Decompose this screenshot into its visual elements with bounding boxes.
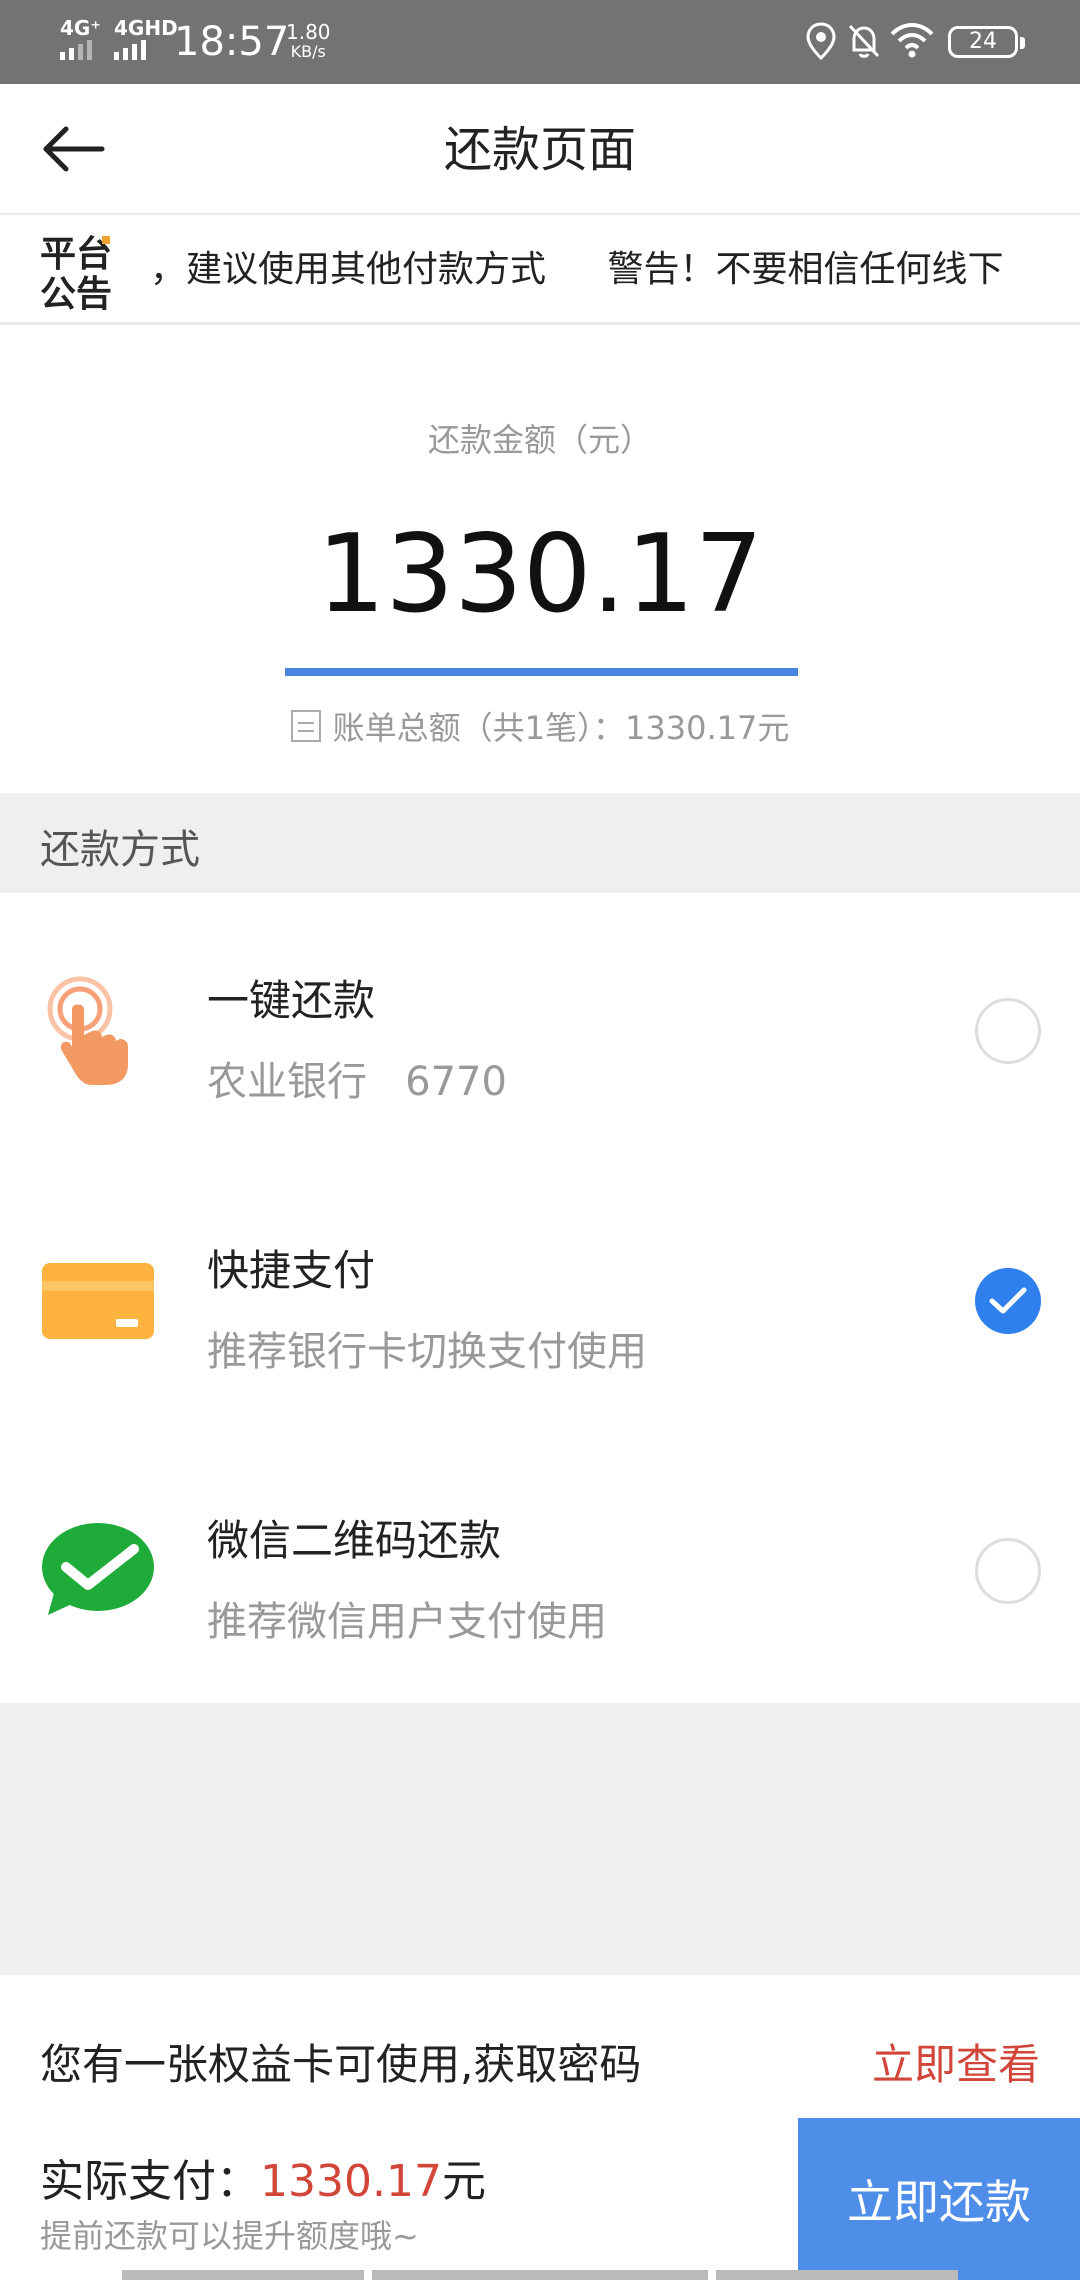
amount-label: 还款金额（元）: [427, 421, 652, 459]
pay-option-quick-pay[interactable]: 快捷支付 推荐银行卡切换支付使用: [0, 1163, 1080, 1433]
nav-gesture-bar: [372, 2270, 708, 2280]
nav-gesture-bar: [122, 2270, 364, 2280]
amount-section: 还款金额（元） 1330.17 账单总额（共1笔）：1330.17元: [0, 325, 1080, 793]
option-subtitle: 推荐银行卡切换支付使用: [207, 1329, 647, 1375]
pay-method-header: 还款方式: [0, 793, 1080, 893]
repayment-page: 4G⁺ 4GHD 18:57 1.80 KB/s 24 还款页面 平台 公告 ，…: [0, 0, 1080, 2280]
actual-payment-row: 实际支付：1330.17元: [40, 2145, 486, 2209]
option-subtitle: 推荐微信用户支付使用: [207, 1599, 607, 1645]
battery-icon: 24: [948, 26, 1025, 58]
page-title: 还款页面: [443, 122, 636, 178]
pay-option-wechat-qr[interactable]: 微信二维码还款 推荐微信用户支付使用: [0, 1433, 1080, 1703]
bill-icon: [290, 710, 321, 742]
actual-label: 实际支付：: [40, 2156, 260, 2207]
option-subtitle: 农业银行 6770: [207, 1059, 507, 1105]
network-label-2: 4GHD: [114, 16, 178, 40]
benefit-card-text: 您有一张权益卡可使用,获取密码: [40, 2040, 642, 2089]
tap-hand-icon: [47, 976, 128, 1085]
view-now-link[interactable]: 立即查看: [872, 2031, 1040, 2092]
bill-summary: 账单总额（共1笔）：1330.17元: [332, 709, 790, 747]
network-speed: 1.80 KB/s: [286, 22, 331, 62]
repay-now-button[interactable]: 立即还款: [798, 2118, 1080, 2280]
amount-underline: [285, 668, 798, 676]
wifi-icon: [890, 23, 934, 58]
notice-item: ，建议使用其他付款方式: [150, 249, 547, 290]
bank-card-icon: [42, 1263, 154, 1339]
radio-unchecked[interactable]: [975, 998, 1041, 1064]
check-icon: [989, 1287, 1027, 1314]
option-title: 快捷支付: [207, 1246, 376, 1295]
pay-option-one-click[interactable]: 一键还款 农业银行 6770: [0, 893, 1080, 1163]
nav-gesture-bar: [716, 2270, 958, 2280]
bottom-panel: 您有一张权益卡可使用,获取密码 立即查看 实际支付：1330.17元 提前还款可…: [0, 1975, 1080, 2280]
speed-value: 1.80: [286, 20, 331, 44]
amount-value[interactable]: 1330.17: [0, 515, 1080, 635]
announcement-logo: 平台 公告: [40, 234, 112, 310]
radio-unchecked[interactable]: [975, 1538, 1041, 1604]
signal-bars-1: [60, 40, 92, 60]
signal-bars-2: [114, 40, 146, 60]
pay-method-list: 一键还款 农业银行 6770 快捷支付 推荐银行卡切换支付使用 微信二维码还款 …: [0, 893, 1080, 1703]
upgrade-hint: 提前还款可以提升额度哦~: [40, 2217, 419, 2255]
app-header: 还款页面: [0, 84, 1080, 214]
location-icon: [806, 22, 836, 60]
logo-line-2: 公告: [40, 274, 112, 310]
bell-off-icon: [848, 24, 880, 58]
radio-checked[interactable]: [975, 1268, 1041, 1334]
logo-line-1: 平台: [40, 234, 112, 275]
actual-value: 1330.17: [260, 2156, 442, 2207]
option-title: 一键还款: [207, 976, 376, 1025]
speed-unit: KB/s: [290, 42, 326, 61]
notice-item: 警告！不要相信任何线下: [607, 249, 1004, 290]
actual-unit: 元: [441, 2156, 486, 2207]
wechat-icon: [42, 1523, 154, 1615]
network-label-1: 4G⁺: [60, 16, 101, 40]
pay-method-title: 还款方式: [40, 827, 200, 873]
status-bar: 4G⁺ 4GHD 18:57 1.80 KB/s 24: [0, 0, 1080, 84]
notice-bar: 平台 公告 ，建议使用其他付款方式 警告！不要相信任何线下: [0, 215, 1080, 325]
option-title: 微信二维码还款: [207, 1516, 502, 1565]
bill-summary-row: 账单总额（共1笔）：1330.17元: [0, 703, 1080, 749]
status-time: 18:57: [174, 19, 290, 65]
notice-marquee[interactable]: ，建议使用其他付款方式 警告！不要相信任何线下: [150, 245, 1080, 295]
